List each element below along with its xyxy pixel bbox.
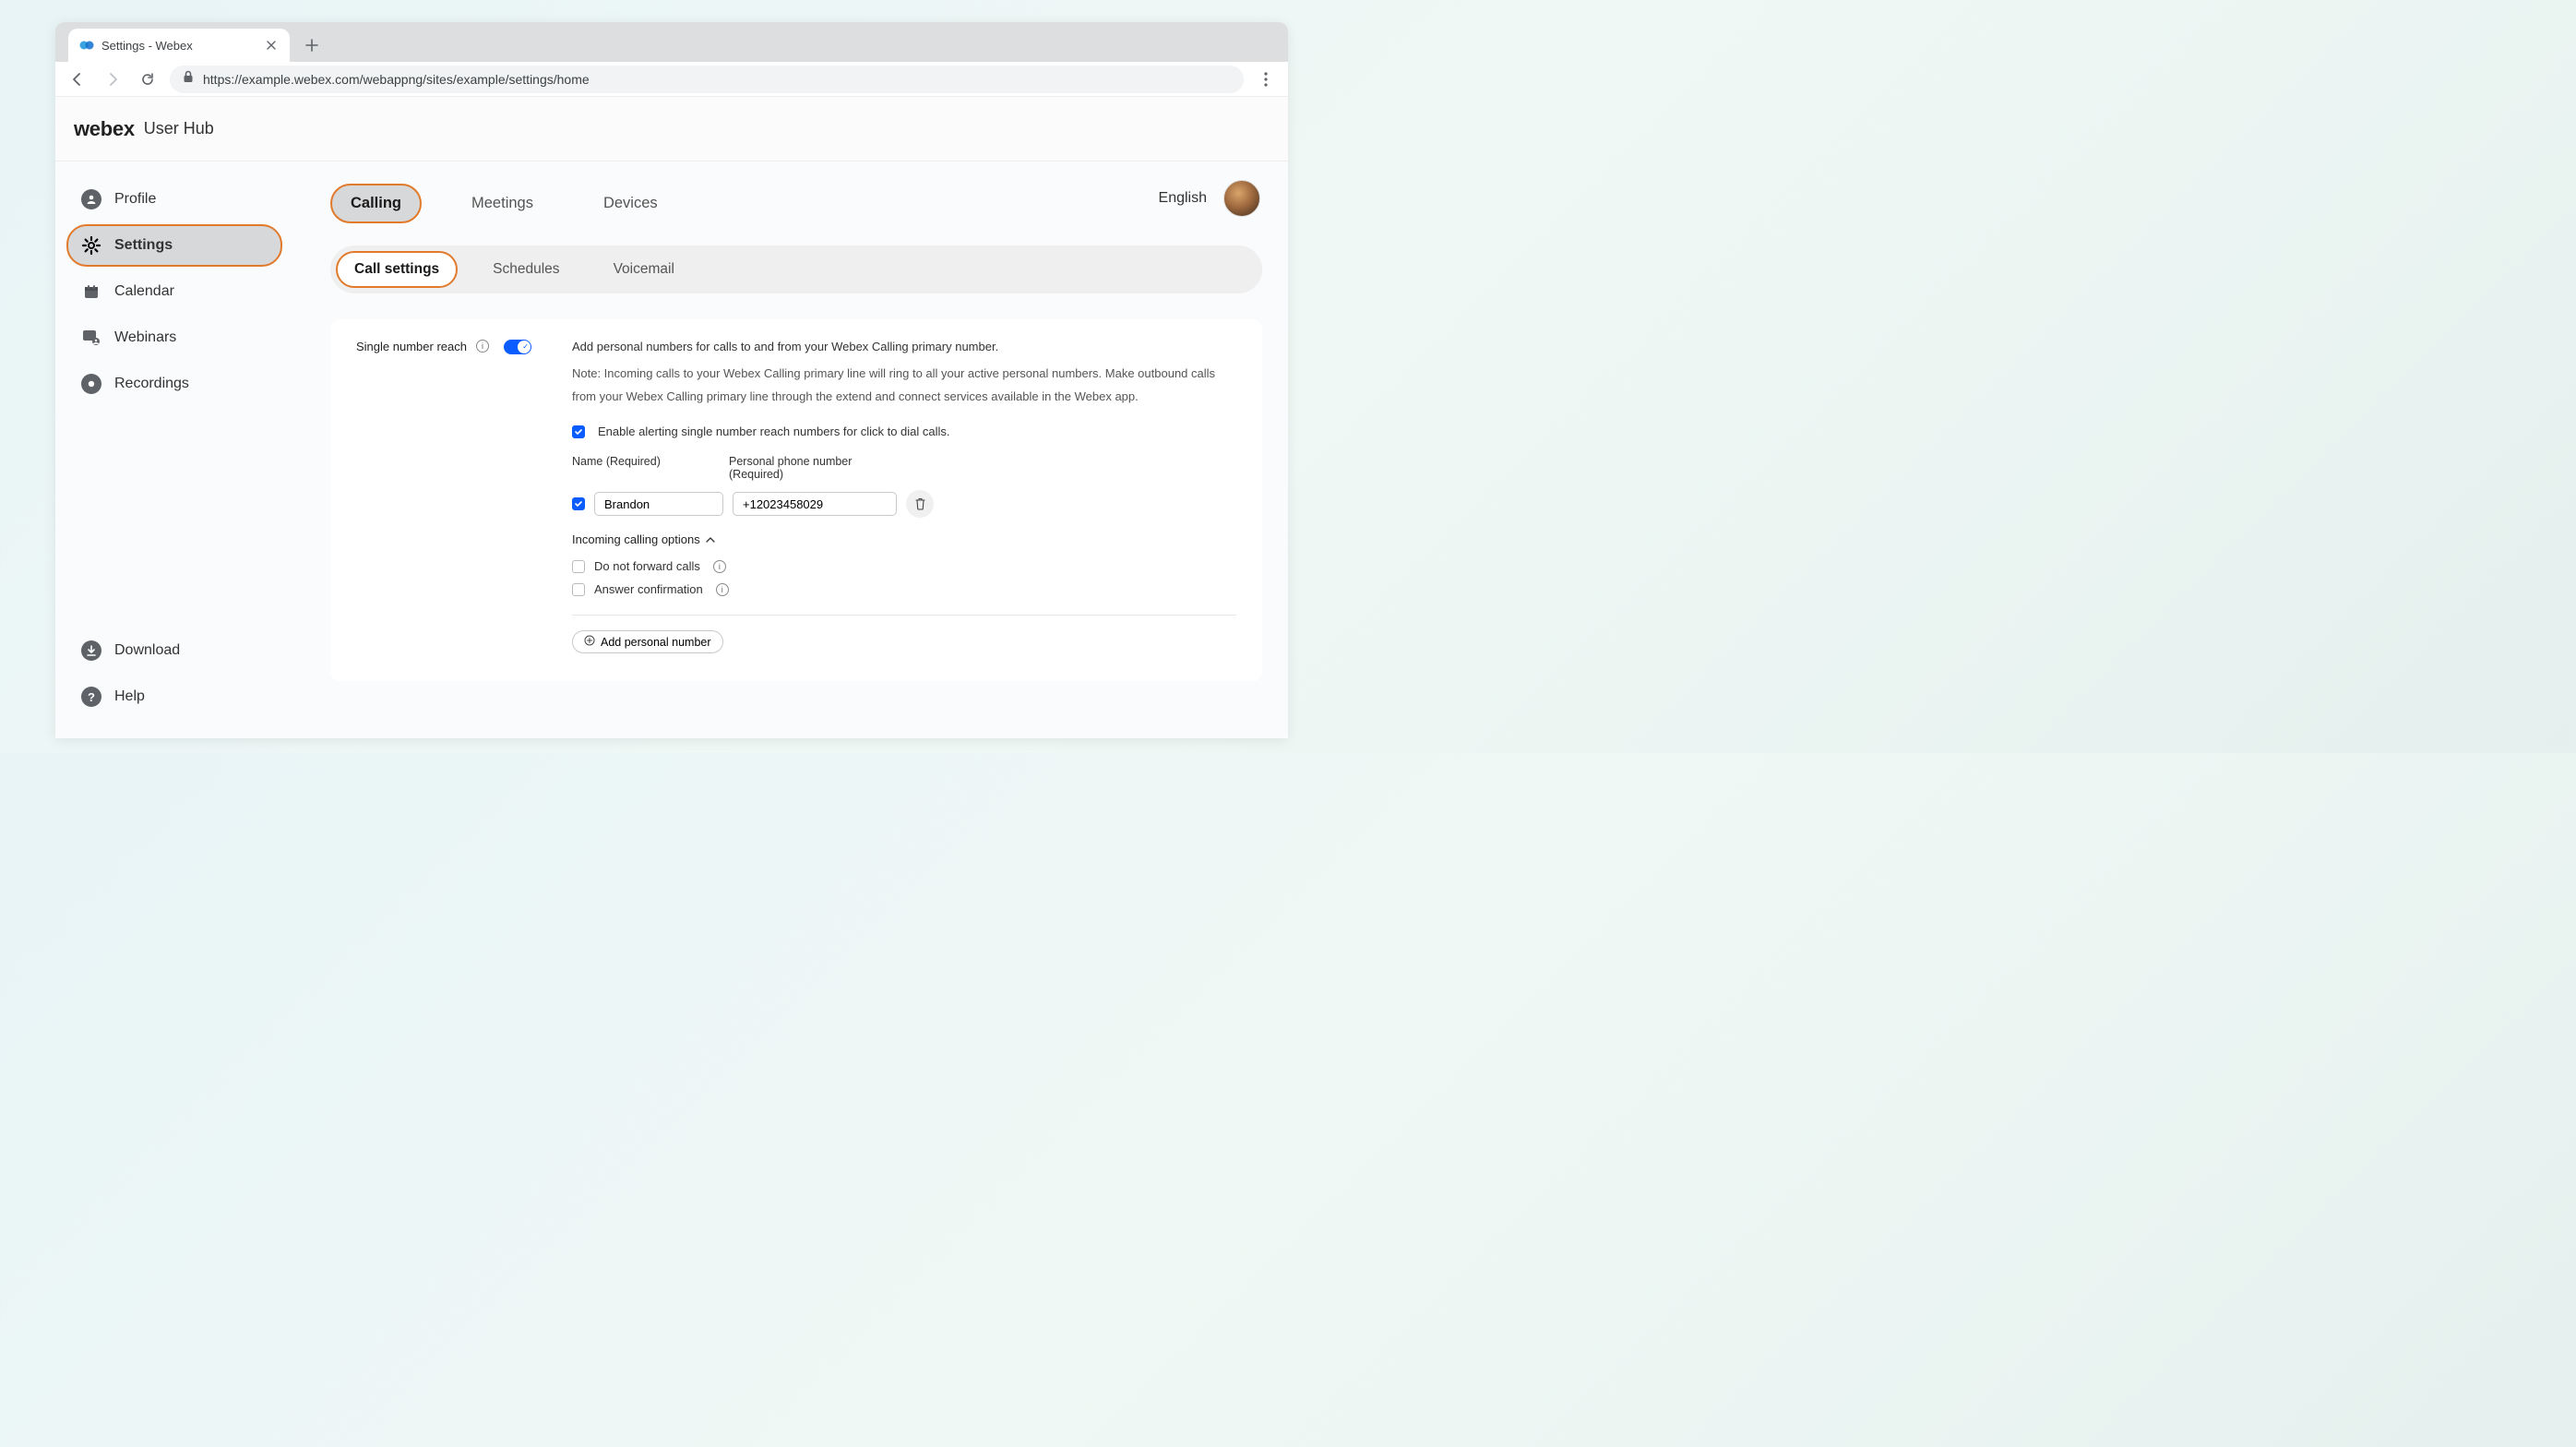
field-labels: Name (Required) Personal phone number (R…	[572, 455, 1236, 481]
download-icon	[81, 640, 101, 661]
plus-circle-icon	[584, 635, 595, 649]
delete-row-button[interactable]	[906, 490, 934, 518]
tab-meetings[interactable]: Meetings	[451, 184, 554, 223]
sidebar-item-label: Webinars	[114, 329, 176, 346]
sidebar-item-label: Profile	[114, 191, 156, 208]
address-bar: https://example.webex.com/webappng/sites…	[55, 62, 1288, 97]
incoming-options-label: Incoming calling options	[572, 532, 700, 546]
no-forward-row: Do not forward calls i	[572, 559, 1236, 573]
answer-confirmation-row: Answer confirmation i	[572, 582, 1236, 596]
info-icon[interactable]: i	[716, 583, 729, 596]
enable-alerting-label: Enable alerting single number reach numb…	[598, 425, 950, 438]
sidebar-item-profile[interactable]: Profile	[66, 178, 282, 221]
language-selector[interactable]: English	[1159, 190, 1207, 207]
product-name: User Hub	[144, 119, 214, 138]
header-right: English	[1159, 180, 1260, 217]
phone-field-label: Personal phone number (Required)	[729, 455, 895, 481]
incoming-options-toggle[interactable]: Incoming calling options	[572, 532, 1236, 546]
tab-title: Settings - Webex	[101, 39, 256, 53]
secondary-tabs: Call settings Schedules Voicemail	[330, 245, 1262, 293]
subtab-voicemail[interactable]: Voicemail	[595, 251, 693, 288]
snr-card: Single number reach i ✓ Add personal num…	[330, 319, 1262, 681]
number-row	[572, 490, 1236, 518]
calendar-icon	[81, 281, 101, 302]
divider	[572, 615, 1236, 616]
user-avatar[interactable]	[1223, 180, 1260, 217]
gear-icon	[81, 235, 101, 256]
webinar-icon	[81, 328, 101, 348]
url-text: https://example.webex.com/webappng/sites…	[203, 72, 590, 87]
info-icon[interactable]: i	[476, 340, 489, 353]
sidebar: Profile Settings Calendar Webinars	[55, 161, 293, 738]
answer-confirmation-label: Answer confirmation	[594, 582, 703, 596]
no-forward-checkbox[interactable]	[572, 560, 585, 573]
tab-devices[interactable]: Devices	[583, 184, 678, 223]
info-icon[interactable]: i	[713, 560, 726, 573]
person-icon	[81, 189, 101, 209]
webex-logo: webex	[74, 117, 135, 141]
name-field-label: Name (Required)	[572, 455, 720, 481]
help-icon: ?	[81, 687, 101, 707]
name-input[interactable]	[594, 492, 723, 516]
browser-tab[interactable]: Settings - Webex	[68, 29, 290, 62]
sidebar-item-webinars[interactable]: Webinars	[66, 317, 282, 359]
tab-calling[interactable]: Calling	[330, 184, 422, 223]
sidebar-item-settings[interactable]: Settings	[66, 224, 282, 267]
forward-button[interactable]	[100, 66, 125, 92]
sidebar-item-label: Calendar	[114, 283, 174, 300]
browser-menu-button[interactable]	[1253, 66, 1279, 92]
enable-alerting-checkbox[interactable]	[572, 425, 585, 438]
reload-button[interactable]	[135, 66, 161, 92]
snr-note: Note: Incoming calls to your Webex Calli…	[572, 363, 1236, 408]
app-body: Profile Settings Calendar Webinars	[55, 161, 1288, 738]
primary-tabs: Calling Meetings Devices	[330, 184, 1262, 223]
no-forward-label: Do not forward calls	[594, 559, 700, 573]
subtab-schedules[interactable]: Schedules	[474, 251, 578, 288]
tab-strip: Settings - Webex	[55, 22, 1288, 62]
add-personal-number-button[interactable]: Add personal number	[572, 630, 723, 653]
main-area: English Calling Meetings Devices Call se…	[293, 161, 1288, 738]
row-active-checkbox[interactable]	[572, 497, 585, 510]
subtab-call-settings[interactable]: Call settings	[336, 251, 458, 288]
app-header: webex User Hub	[55, 97, 1288, 161]
sidebar-item-label: Settings	[114, 237, 173, 254]
sidebar-item-label: Recordings	[114, 376, 189, 392]
snr-section-label: Single number reach	[356, 340, 467, 353]
answer-confirmation-checkbox[interactable]	[572, 583, 585, 596]
sidebar-item-recordings[interactable]: Recordings	[66, 363, 282, 405]
close-tab-button[interactable]	[264, 38, 279, 53]
sidebar-item-label: Help	[114, 688, 145, 705]
sidebar-item-help[interactable]: ? Help	[66, 676, 282, 718]
webex-favicon-icon	[79, 38, 94, 53]
add-button-label: Add personal number	[601, 636, 711, 649]
url-box[interactable]: https://example.webex.com/webappng/sites…	[170, 66, 1244, 93]
snr-left-column: Single number reach i ✓	[356, 340, 531, 653]
snr-description: Add personal numbers for calls to and fr…	[572, 340, 1236, 353]
snr-right-column: Add personal numbers for calls to and fr…	[572, 340, 1236, 653]
back-button[interactable]	[65, 66, 90, 92]
phone-input[interactable]	[733, 492, 897, 516]
snr-toggle[interactable]: ✓	[504, 340, 531, 354]
lock-icon	[183, 70, 194, 88]
enable-alerting-row: Enable alerting single number reach numb…	[572, 425, 1236, 438]
new-tab-button[interactable]	[299, 32, 325, 58]
sidebar-item-calendar[interactable]: Calendar	[66, 270, 282, 313]
record-icon	[81, 374, 101, 394]
browser-window: Settings - Webex https://example.webex.c…	[55, 22, 1288, 738]
sidebar-item-download[interactable]: Download	[66, 629, 282, 672]
sidebar-item-label: Download	[114, 642, 180, 659]
chevron-up-icon	[706, 532, 715, 546]
